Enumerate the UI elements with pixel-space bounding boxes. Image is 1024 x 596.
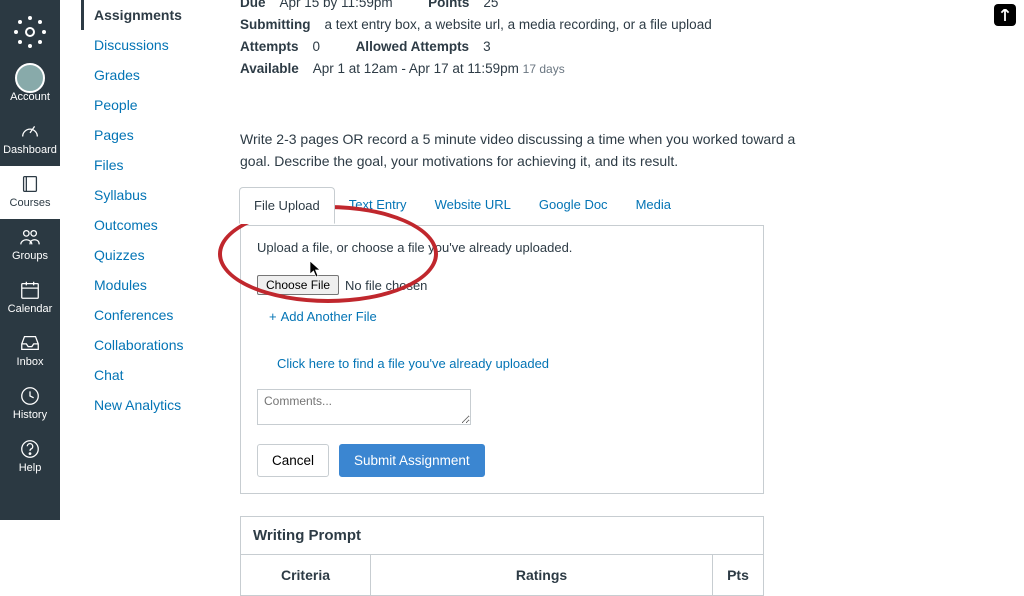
rubric-title: Writing Prompt	[241, 517, 763, 555]
course-nav-grades[interactable]: Grades	[84, 60, 242, 90]
assignment-meta: Due Apr 15 by 11:59pm Points 25 Submitting…	[240, 0, 1010, 80]
cursor-icon	[309, 260, 323, 278]
allowed-attempts-value: 3	[483, 39, 491, 54]
rubric-table: Writing Prompt CriteriaRatingsPts	[240, 516, 764, 596]
global-nav-inbox[interactable]: Inbox	[0, 325, 60, 378]
comments-textarea[interactable]	[257, 389, 471, 425]
submission-tabs: File UploadText EntryWebsite URLGoogle D…	[239, 187, 1010, 224]
course-nav-people[interactable]: People	[84, 90, 242, 120]
people-icon	[0, 225, 60, 249]
attempts-label: Attempts	[240, 39, 299, 54]
avatar-icon	[0, 66, 60, 90]
points-value: 25	[483, 0, 498, 10]
attempts-value: 0	[313, 39, 321, 54]
tab-google-doc[interactable]: Google Doc	[525, 187, 622, 224]
course-nav-syllabus[interactable]: Syllabus	[84, 180, 242, 210]
due-label: Due	[240, 0, 266, 10]
no-file-chosen-text: No file chosen	[345, 278, 427, 293]
course-nav-conferences[interactable]: Conferences	[84, 300, 242, 330]
submitting-label: Submitting	[240, 17, 311, 32]
rubric-col-pts: Pts	[713, 555, 763, 595]
tab-file-upload[interactable]: File Upload	[239, 187, 335, 224]
file-picker: Choose File No file chosen	[257, 275, 747, 295]
global-nav-account[interactable]: Account	[0, 60, 60, 113]
available-label: Available	[240, 61, 299, 76]
available-days: 17 days	[523, 62, 565, 76]
find-uploaded-file-link[interactable]: Click here to find a file you've already…	[277, 356, 549, 371]
assignment-page: Due Apr 15 by 11:59pm Points 25 Submitting…	[240, 0, 1010, 552]
due-value: Apr 15 by 11:59pm	[280, 0, 393, 10]
upload-hint: Upload a file, or choose a file you've a…	[257, 240, 747, 255]
tab-website-url[interactable]: Website URL	[421, 187, 525, 224]
course-nav-new-analytics[interactable]: New Analytics	[84, 390, 242, 420]
global-nav-history[interactable]: History	[0, 378, 60, 431]
tab-text-entry[interactable]: Text Entry	[335, 187, 421, 224]
inbox-icon	[0, 331, 60, 355]
global-nav: AccountDashboardCoursesGroupsCalendarInb…	[0, 0, 60, 520]
points-label: Points	[428, 0, 469, 10]
submitting-value: a text entry box, a website url, a media…	[325, 17, 712, 32]
book-icon	[0, 172, 60, 196]
course-nav-discussions[interactable]: Discussions	[84, 30, 242, 60]
choose-file-button[interactable]: Choose File	[257, 275, 339, 295]
course-nav-collaborations[interactable]: Collaborations	[84, 330, 242, 360]
course-nav-files[interactable]: Files	[84, 150, 242, 180]
assignment-description: Write 2-3 pages OR record a 5 minute vid…	[240, 128, 800, 172]
rubric-col-ratings: Ratings	[371, 555, 713, 595]
allowed-attempts-label: Allowed Attempts	[356, 39, 470, 54]
global-nav-calendar[interactable]: Calendar	[0, 272, 60, 325]
course-nav-modules[interactable]: Modules	[84, 270, 242, 300]
available-value: Apr 1 at 12am - Apr 17 at 11:59pm	[313, 61, 519, 76]
cancel-button[interactable]: Cancel	[257, 444, 329, 477]
rubric-col-criteria: Criteria	[241, 555, 371, 595]
global-nav-groups[interactable]: Groups	[0, 219, 60, 272]
plus-icon: +	[269, 309, 277, 324]
course-nav-chat[interactable]: Chat	[84, 360, 242, 390]
add-another-file-link[interactable]: + Add Another File	[269, 309, 747, 324]
course-nav-pages[interactable]: Pages	[84, 120, 242, 150]
calendar-icon	[0, 278, 60, 302]
canvas-logo	[12, 14, 48, 50]
speedometer-icon	[0, 119, 60, 143]
course-nav-outcomes[interactable]: Outcomes	[84, 210, 242, 240]
course-nav: AssignmentsDiscussionsGradesPeoplePagesF…	[72, 0, 242, 520]
global-nav-courses[interactable]: Courses	[0, 166, 60, 219]
global-nav-help[interactable]: Help	[0, 431, 60, 484]
course-nav-quizzes[interactable]: Quizzes	[84, 240, 242, 270]
submit-assignment-button[interactable]: Submit Assignment	[339, 444, 485, 477]
tab-media[interactable]: Media	[622, 187, 685, 224]
global-nav-dashboard[interactable]: Dashboard	[0, 113, 60, 166]
clock-icon	[0, 384, 60, 408]
course-nav-assignments[interactable]: Assignments	[81, 0, 242, 30]
question-icon	[0, 437, 60, 461]
